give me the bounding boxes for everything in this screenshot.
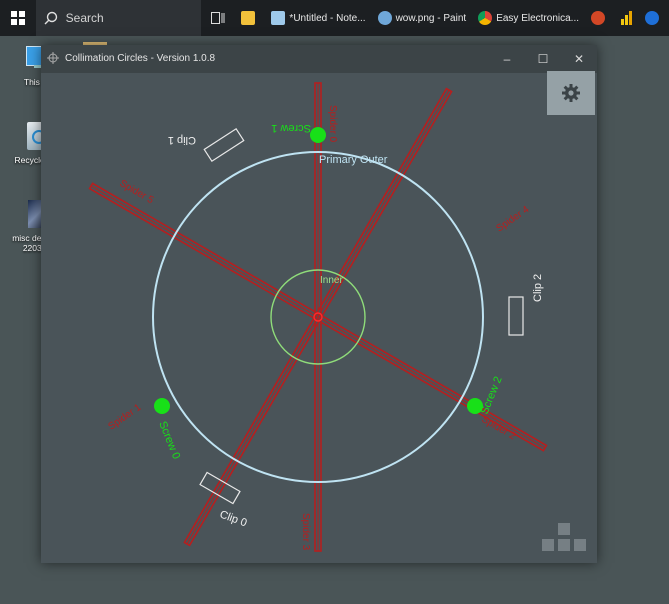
search-icon bbox=[44, 11, 57, 25]
inner-label: Inner bbox=[320, 275, 343, 286]
screw-label: Screw 0 bbox=[156, 420, 182, 461]
collimation-window: Collimation Circles - Version 1.0.8 – ☐ … bbox=[41, 45, 597, 563]
spider-label: Spider 5 bbox=[118, 178, 156, 206]
chrome-icon bbox=[478, 11, 493, 25]
nudge-up-button[interactable] bbox=[558, 523, 570, 535]
clip-1-marker[interactable] bbox=[203, 127, 245, 163]
clip-label: Clip 0 bbox=[218, 509, 249, 530]
screw-0-handle[interactable] bbox=[154, 398, 170, 414]
taskbar-item-notepad[interactable]: *Untitled - Note... bbox=[265, 0, 371, 36]
spider-vanes bbox=[88, 82, 548, 552]
spider-label: Spider 3 bbox=[300, 513, 311, 551]
clip-2-marker[interactable] bbox=[508, 296, 524, 336]
collimation-overlay: Spider 0 Spider 3 Spider 5 Spider 2 Spid… bbox=[88, 82, 586, 552]
screw-label: Screw 1 bbox=[271, 122, 311, 134]
folder-icon bbox=[241, 11, 256, 25]
nudge-pad bbox=[542, 523, 586, 551]
taskbar-item-chrome[interactable]: Easy Electronica... bbox=[472, 0, 585, 36]
taskbar-item-label: wow.png - Paint bbox=[395, 12, 467, 24]
file-explorer-button[interactable] bbox=[235, 0, 265, 36]
taskbar-item-powerbi[interactable] bbox=[615, 0, 639, 36]
notepad-icon bbox=[271, 11, 286, 25]
nudge-left-button[interactable] bbox=[542, 539, 554, 551]
clip-label: Clip 1 bbox=[168, 134, 196, 146]
task-view-button[interactable] bbox=[201, 0, 235, 36]
taskbar-item-label: *Untitled - Note... bbox=[289, 12, 366, 24]
taskbar-item-paint[interactable]: wow.png - Paint bbox=[372, 0, 473, 36]
windows-logo-icon bbox=[10, 11, 25, 25]
task-view-icon bbox=[211, 12, 225, 24]
primary-outer-label: Primary Outer bbox=[319, 154, 388, 166]
taskbar-item-label: Easy Electronica... bbox=[496, 12, 579, 24]
nudge-right-button[interactable] bbox=[574, 539, 586, 551]
app-icon bbox=[645, 11, 659, 25]
taskbar-item-app[interactable] bbox=[639, 0, 669, 36]
powerpoint-icon bbox=[591, 11, 605, 25]
nudge-down-button[interactable] bbox=[558, 539, 570, 551]
paint-icon bbox=[377, 11, 392, 25]
taskbar: Search *Untitled - Note... wow.png - Pai… bbox=[0, 0, 669, 36]
powerbi-icon bbox=[621, 11, 632, 25]
clip-label: Clip 2 bbox=[532, 274, 544, 302]
start-button[interactable] bbox=[0, 0, 36, 36]
screw-label: Screw 2 bbox=[479, 375, 505, 416]
spider-label: Spider 1 bbox=[106, 402, 143, 433]
search-placeholder: Search bbox=[65, 11, 104, 25]
taskbar-search-box[interactable]: Search bbox=[35, 0, 202, 36]
clip-0-marker[interactable] bbox=[199, 471, 241, 505]
spider-label: Spider 0 bbox=[327, 105, 338, 143]
taskbar-item-powerpoint[interactable] bbox=[585, 0, 615, 36]
screw-1-handle[interactable] bbox=[310, 127, 326, 143]
spider-label: Spider 4 bbox=[494, 204, 531, 235]
